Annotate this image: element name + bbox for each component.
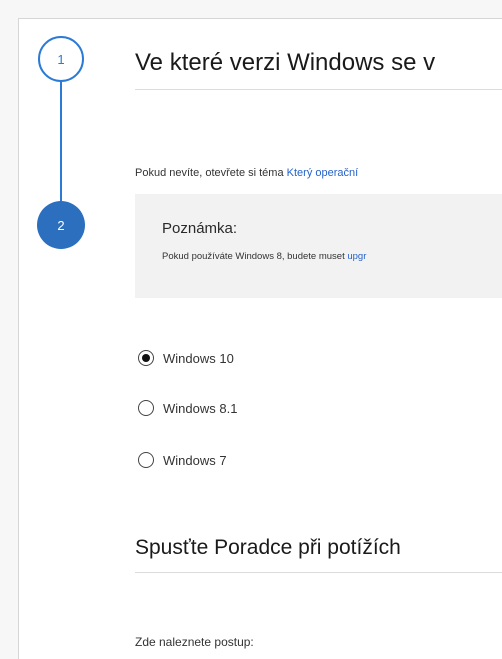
troubleshooter-heading: Spusťte Poradce při potížích — [135, 536, 401, 559]
content: Ve které verzi Windows se v Pokud nevíte… — [135, 19, 502, 659]
radio-windows-10[interactable] — [138, 350, 154, 366]
option-label: Windows 7 — [163, 452, 227, 468]
note-body-text: Pokud používáte Windows 8, budete muset — [162, 251, 348, 262]
step-1-indicator[interactable]: 1 — [38, 36, 84, 82]
option-windows-10[interactable]: Windows 10 — [138, 347, 234, 369]
note-title: Poznámka: — [162, 220, 238, 237]
upgrade-link[interactable]: upgr — [347, 251, 366, 262]
section2-divider — [135, 572, 502, 573]
option-label: Windows 8.1 — [163, 400, 238, 416]
steps-label: Zde naleznete postup: — [135, 635, 254, 649]
step-2-indicator[interactable]: 2 — [38, 202, 84, 248]
question-heading: Ve které verzi Windows se v — [135, 49, 436, 76]
page: 1 2 Ve které verzi Windows se v Pokud ne… — [18, 18, 502, 659]
radio-windows-7[interactable] — [138, 452, 154, 468]
radio-windows-8-1[interactable] — [138, 400, 154, 416]
option-label: Windows 10 — [163, 350, 234, 366]
option-windows-7[interactable]: Windows 7 — [138, 449, 227, 471]
intro-text: Pokud nevíte, otevřete si téma Který ope… — [135, 167, 358, 179]
note-box: Poznámka: Pokud používáte Windows 8, bud… — [135, 194, 502, 298]
note-body: Pokud používáte Windows 8, budete muset … — [162, 251, 366, 262]
intro-text-prefix: Pokud nevíte, otevřete si téma — [135, 167, 287, 179]
heading-divider — [135, 89, 502, 90]
stepper: 1 2 — [19, 19, 129, 279]
option-windows-8-1[interactable]: Windows 8.1 — [138, 397, 237, 419]
stepper-connector — [60, 79, 62, 219]
radio-selected-dot — [142, 354, 150, 362]
os-version-link[interactable]: Který operační — [287, 167, 359, 179]
